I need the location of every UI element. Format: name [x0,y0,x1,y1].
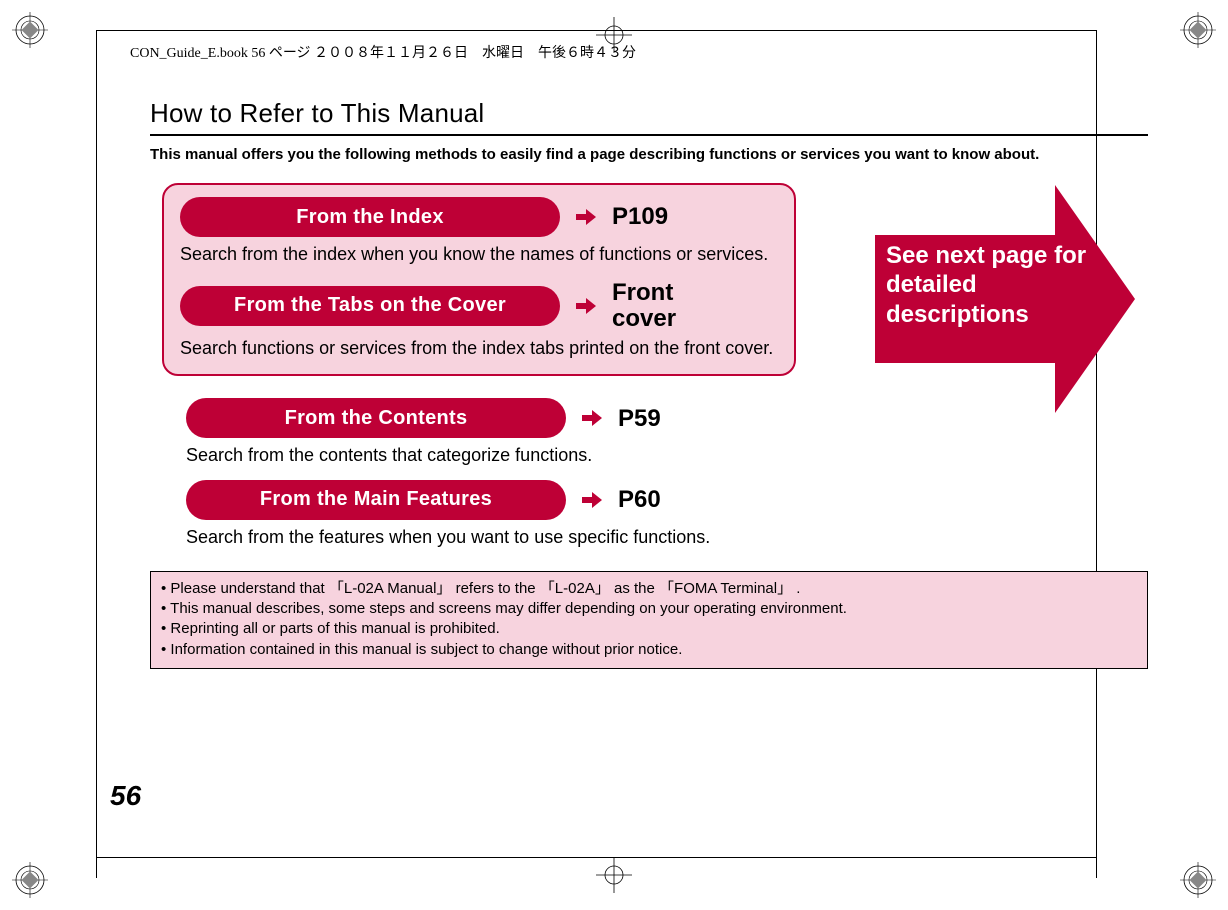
page-ref-contents: P59 [618,406,661,431]
method-pill-index: From the Index [180,197,560,237]
method-desc-contents: Search from the contents that categorize… [186,444,866,467]
arrow-right-icon [574,207,598,227]
register-cross-icon [594,855,634,895]
method-desc-index: Search from the index when you know the … [180,243,778,266]
crop-mark-icon [1180,12,1216,48]
notes-box: Please understand that 「L-02A Manual」 re… [150,571,1148,669]
highlight-box: From the Index P109 Search from the inde… [162,183,796,376]
note-item: Information contained in this manual is … [161,640,1137,660]
method-pill-tabs: From the Tabs on the Cover [180,286,560,326]
page-ref-features: P60 [618,487,661,512]
note-item: Reprinting all or parts of this manual i… [161,619,1137,639]
big-arrow-callout: See next page for detailed descriptions [800,179,1138,419]
arrow-right-icon [580,408,604,428]
method-pill-contents: From the Contents [186,398,566,438]
page-ref-tabs: Front cover [612,280,676,330]
page-number: 56 [110,780,141,812]
method-pill-features: From the Main Features [186,480,566,520]
intro-text: This manual offers you the following met… [150,144,1148,165]
page-ref-index: P109 [612,204,668,229]
arrow-right-icon [580,490,604,510]
method-desc-tabs: Search functions or services from the in… [180,337,778,360]
crop-guide-line [96,857,1097,858]
file-header-text: CON_Guide_E.book 56 ページ ２００８年１１月２６日 水曜日 … [130,42,636,62]
crop-mark-icon [12,12,48,48]
note-item: This manual describes, some steps and sc… [161,599,1137,619]
section-title: How to Refer to This Manual [150,98,1148,136]
note-item: Please understand that 「L-02A Manual」 re… [161,579,1137,599]
crop-mark-icon [1180,862,1216,898]
big-arrow-text: See next page for detailed descriptions [886,241,1096,329]
arrow-right-icon [574,296,598,316]
crop-mark-icon [12,862,48,898]
crop-guide-line [96,30,97,878]
crop-guide-line [96,30,1097,31]
method-desc-features: Search from the features when you want t… [186,526,866,549]
